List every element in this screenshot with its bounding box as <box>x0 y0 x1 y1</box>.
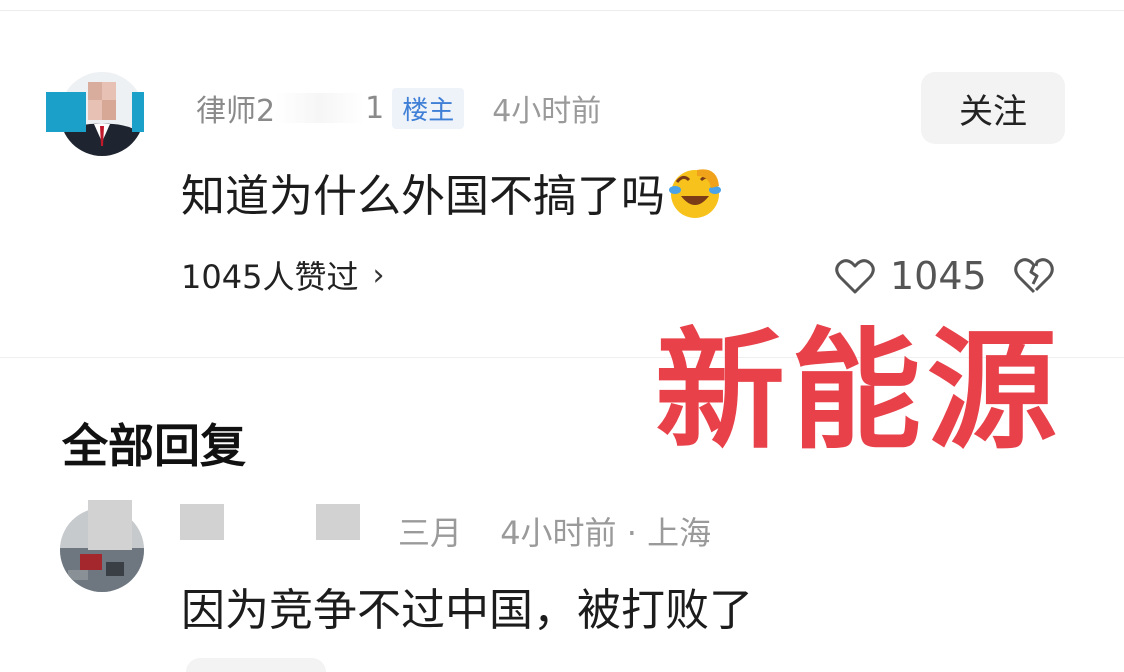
reply-location: 上海 <box>647 514 712 552</box>
comment-time: 4小时前 <box>492 94 602 129</box>
redacted-block <box>180 504 224 540</box>
comment-detail-screen: 律师2 1 楼主 4小时前 关注 知道为什么外国不搞了吗 1045人赞过 › 1… <box>0 0 1124 672</box>
op-badge: 楼主 <box>392 87 465 129</box>
reply-action-pill[interactable] <box>186 658 326 672</box>
rolling-laugh-emoji <box>667 164 723 220</box>
redacted-block <box>316 504 360 540</box>
broken-heart-icon[interactable] <box>1012 254 1056 296</box>
avatar-mosaic-left <box>46 92 86 132</box>
reply-meta: 三月 4小时前 · 上海 <box>398 508 711 554</box>
follow-button[interactable]: 关注 <box>921 72 1065 144</box>
author-meta: 律师2 1 楼主 4小时前 <box>196 86 601 130</box>
likers-link[interactable]: 1045人赞过 › <box>181 252 384 298</box>
like-control: 1045 <box>834 252 987 300</box>
top-divider <box>0 10 1124 11</box>
redacted-name-segment <box>275 93 366 123</box>
like-count: 1045 <box>890 254 987 298</box>
replies-header: 全部回复 <box>62 419 246 473</box>
redacted-block <box>88 500 132 550</box>
heart-icon[interactable] <box>834 256 876 296</box>
reply-time: 4小时前 <box>500 514 617 552</box>
meta-separator: · <box>626 514 637 552</box>
likers-text: 1045人赞过 <box>181 258 359 296</box>
reply-text: 因为竞争不过中国，被打败了 <box>181 585 753 636</box>
author-name-fragment: 1 <box>365 90 385 126</box>
chevron-right-icon: › <box>372 257 385 293</box>
author-name[interactable]: 律师2 <box>196 86 275 130</box>
avatar-mosaic-right <box>132 92 144 132</box>
main-comment-text: 知道为什么外国不搞了吗 <box>181 160 723 224</box>
overlay-caption: 新能源 <box>655 315 1064 467</box>
reply-user-name[interactable]: 三月 <box>398 514 462 552</box>
comment-body: 知道为什么外国不搞了吗 <box>181 171 665 222</box>
